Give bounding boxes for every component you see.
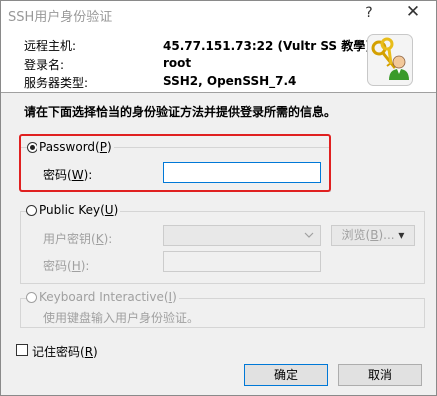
- connection-info: 远程主机: 45.77.151.73:22 (Vultr SS 教學) 登录名:…: [1, 29, 436, 93]
- chevron-down-icon: [304, 232, 314, 238]
- host-label: 远程主机:: [24, 39, 77, 53]
- user-key-label: 用户密钥(K):: [43, 232, 113, 246]
- close-button[interactable]: ✕: [403, 2, 423, 24]
- host-value: 45.77.151.73:22 (Vultr SS 教學): [163, 39, 371, 53]
- header-separator: [1, 92, 436, 93]
- passphrase-label: 密码(H):: [43, 259, 90, 273]
- ssh-auth-dialog: SSH用户身份验证 ? ✕ 远程主机: 45.77.151.73:22 (Vul…: [0, 0, 437, 396]
- remember-password-checkbox[interactable]: [16, 344, 28, 356]
- public-key-radio[interactable]: [26, 205, 37, 216]
- cancel-button[interactable]: 取消: [338, 364, 422, 386]
- dropdown-arrow-icon: ▾: [398, 228, 405, 242]
- server-type-label: 服务器类型:: [24, 76, 89, 90]
- password-highlight-box: [19, 134, 331, 192]
- keyboard-interactive-radio[interactable]: [26, 292, 37, 303]
- login-label: 登录名:: [24, 58, 65, 72]
- title-bar: SSH用户身份验证 ? ✕: [1, 1, 436, 29]
- keyboard-interactive-description: 使用键盘输入用户身份验证。: [43, 311, 200, 325]
- login-value: root: [163, 56, 192, 70]
- ok-button[interactable]: 确定: [244, 364, 328, 386]
- window-title: SSH用户身份验证: [8, 10, 113, 25]
- instruction-text: 请在下面选择恰当的身份验证方法并提供登录所需的信息。: [24, 105, 337, 119]
- remember-password-label[interactable]: 记住密码(R): [32, 343, 98, 360]
- help-button[interactable]: ?: [361, 5, 377, 23]
- server-type-value: SSH2, OpenSSH_7.4: [163, 74, 297, 88]
- keyboard-interactive-label[interactable]: Keyboard Interactive(I): [37, 290, 179, 304]
- browse-button[interactable]: 浏览(B)... ▾: [331, 225, 415, 246]
- public-key-radio-label[interactable]: Public Key(U): [37, 203, 121, 217]
- keys-user-icon: [367, 34, 413, 86]
- passphrase-input[interactable]: [163, 251, 321, 272]
- user-key-select[interactable]: [163, 225, 321, 246]
